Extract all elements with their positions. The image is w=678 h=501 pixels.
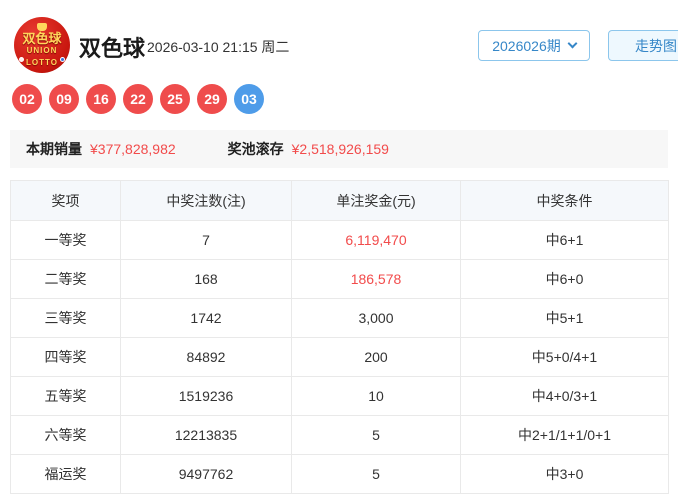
count-cell: 1519236 [120, 376, 292, 416]
prize-cell: 一等奖 [10, 220, 121, 260]
header-prize: 奖项 [10, 180, 121, 221]
condition-cell: 中6+1 [460, 220, 669, 260]
table-row: 福运奖 9497762 5 中3+0 [10, 454, 669, 494]
table-row: 五等奖 1519236 10 中4+0/3+1 [10, 376, 669, 416]
condition-cell: 中4+0/3+1 [460, 376, 669, 416]
red-ball: 25 [160, 84, 190, 114]
count-cell: 12213835 [120, 415, 292, 455]
count-cell: 84892 [120, 337, 292, 377]
condition-cell: 中5+0/4+1 [460, 337, 669, 377]
blue-ball: 03 [234, 84, 264, 114]
logo-text-lotto: LOTTO [26, 58, 58, 67]
prize-cell: 五等奖 [10, 376, 121, 416]
table-header-row: 奖项 中奖注数(注) 单注奖金(元) 中奖条件 [10, 180, 669, 221]
prize-table: 奖项 中奖注数(注) 单注奖金(元) 中奖条件 一等奖 7 6,119,470 中6+… [10, 180, 669, 494]
prize-table-body: 一等奖 7 6,119,470 中6+1 二等奖 168 186,578 中6+0 三等奖 174… [10, 220, 669, 494]
sales-value: ¥377,828,982 [90, 141, 176, 157]
issue-selector-label: 2026026期 [492, 37, 561, 54]
lottery-results-page: 双色球 UNION LOTTO 双色球 2026-03-10 21:15 周二 … [0, 0, 678, 501]
condition-cell: 中2+1/1+1/0+1 [460, 415, 669, 455]
page-title: 双色球 [79, 36, 146, 61]
red-ball: 29 [197, 84, 227, 114]
table-row: 一等奖 7 6,119,470 中6+1 [10, 220, 669, 260]
issue-selector-dropdown[interactable]: 2026026期 [478, 30, 590, 61]
header-amount: 单注奖金(元) [291, 180, 461, 221]
condition-cell: 中5+1 [460, 298, 669, 338]
red-ball: 22 [123, 84, 153, 114]
drawn-balls: 02 09 16 22 25 29 03 [12, 84, 264, 114]
header-condition: 中奖条件 [460, 180, 669, 221]
count-cell: 9497762 [120, 454, 292, 494]
table-row: 四等奖 84892 200 中5+0/4+1 [10, 337, 669, 377]
red-ball: 09 [49, 84, 79, 114]
count-cell: 1742 [120, 298, 292, 338]
amount-cell: 5 [291, 415, 461, 455]
header-count: 中奖注数(注) [120, 180, 292, 221]
amount-cell: 10 [291, 376, 461, 416]
union-lotto-logo-icon: 双色球 UNION LOTTO [14, 17, 70, 73]
trend-chart-button-label: 走势图 [635, 37, 677, 54]
condition-cell: 中3+0 [460, 454, 669, 494]
amount-cell: 5 [291, 454, 461, 494]
table-row: 六等奖 12213835 5 中2+1/1+1/0+1 [10, 415, 669, 455]
count-cell: 7 [120, 220, 292, 260]
logo-text-cn: 双色球 [22, 31, 62, 46]
table-row: 三等奖 1742 3,000 中5+1 [10, 298, 669, 338]
prize-cell: 三等奖 [10, 298, 121, 338]
pool-label: 奖池滚存 [227, 141, 284, 157]
count-cell: 168 [120, 259, 292, 299]
sales-label: 本期销量 [26, 141, 82, 157]
prize-cell: 二等奖 [10, 259, 121, 299]
pool-value: ¥2,518,926,159 [291, 141, 389, 157]
summary-banner: 本期销量 ¥377,828,982 奖池滚存 ¥2,518,926,159 [10, 130, 668, 168]
red-ball: 02 [12, 84, 42, 114]
amount-cell: 3,000 [291, 298, 461, 338]
chevron-down-icon [567, 38, 578, 49]
red-ball: 16 [86, 84, 116, 114]
amount-cell: 186,578 [291, 259, 461, 299]
prize-cell: 六等奖 [10, 415, 121, 455]
condition-cell: 中6+0 [460, 259, 669, 299]
prize-cell: 福运奖 [10, 454, 121, 494]
amount-cell: 6,119,470 [291, 220, 461, 260]
draw-datetime: 2026-03-10 21:15 周二 [147, 39, 290, 55]
amount-cell: 200 [291, 337, 461, 377]
logo-text-union: UNION [26, 46, 58, 55]
trend-chart-button[interactable]: 走势图 [608, 30, 678, 61]
logo-crest-icon [37, 23, 47, 31]
table-row: 二等奖 168 186,578 中6+0 [10, 259, 669, 299]
logo-balls-icon: LOTTO [19, 57, 65, 67]
prize-cell: 四等奖 [10, 337, 121, 377]
